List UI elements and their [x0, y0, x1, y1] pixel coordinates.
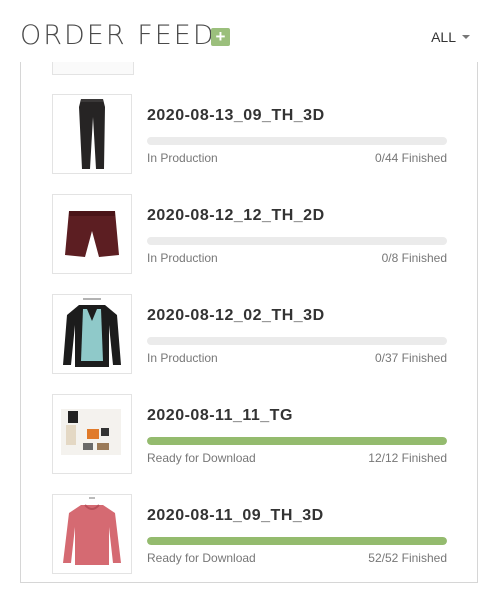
order-feed-header: ORDER FEED + ALL	[0, 0, 500, 62]
order-status: Ready for Download	[147, 551, 256, 565]
progress-bar	[147, 537, 447, 545]
order-item[interactable]: 2020-08-12_12_TH_2D In Production 0/8 Fi…	[21, 194, 477, 274]
flatlay-icon	[52, 394, 132, 474]
progress-bar	[147, 337, 447, 345]
finished-count: 0/8 Finished	[381, 251, 447, 265]
clipped-thumbnail	[52, 62, 134, 75]
order-status: In Production	[147, 351, 218, 365]
progress-bar	[147, 237, 447, 245]
progress-bar	[147, 437, 447, 445]
order-status: In Production	[147, 251, 218, 265]
progress-bar	[147, 137, 447, 145]
order-name: 2020-08-11_09_TH_3D	[147, 507, 324, 524]
pants-icon	[52, 94, 132, 174]
progress-fill	[147, 437, 447, 445]
shorts-icon	[52, 194, 132, 274]
order-status: In Production	[147, 151, 218, 165]
order-item[interactable]: 2020-08-11_09_TH_3D Ready for Download 5…	[21, 494, 477, 574]
finished-count: 0/37 Finished	[374, 351, 447, 365]
progress-fill	[147, 537, 447, 545]
page-title: ORDER FEED	[20, 20, 216, 51]
add-order-button[interactable]: +	[211, 28, 230, 46]
sweater-icon	[52, 494, 132, 574]
caret-down-icon	[462, 35, 470, 39]
finished-count: 52/52 Finished	[368, 551, 447, 565]
order-item[interactable]: 2020-08-11_11_TG Ready for Download 12/1…	[21, 394, 477, 474]
order-item[interactable]: 2020-08-12_02_TH_3D In Production 0/37 F…	[21, 294, 477, 374]
order-status: Ready for Download	[147, 451, 256, 465]
order-name: 2020-08-11_11_TG	[147, 407, 293, 424]
blouse-icon	[52, 294, 132, 374]
order-item[interactable]: 2020-08-13_09_TH_3D In Production 0/44 F…	[21, 94, 477, 174]
order-name: 2020-08-13_09_TH_3D	[147, 107, 325, 124]
filter-dropdown[interactable]: ALL	[431, 29, 470, 45]
finished-count: 0/44 Finished	[374, 151, 447, 165]
filter-label: ALL	[431, 29, 456, 45]
finished-count: 12/12 Finished	[368, 451, 447, 465]
order-list[interactable]: 2020-08-13_09_TH_3D In Production 0/44 F…	[20, 62, 478, 583]
order-name: 2020-08-12_02_TH_3D	[147, 307, 325, 324]
order-name: 2020-08-12_12_TH_2D	[147, 207, 325, 224]
